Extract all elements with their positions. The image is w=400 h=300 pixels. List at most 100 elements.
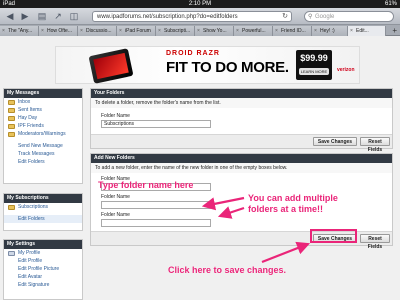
sidebar-item-moderators[interactable]: Moderators/Warnings xyxy=(4,130,82,138)
new-tab-button[interactable]: + xyxy=(392,25,397,36)
close-tab-icon[interactable]: × xyxy=(80,26,83,36)
folder-icon xyxy=(8,132,15,137)
search-placeholder: Google xyxy=(315,14,335,20)
browser-tab[interactable]: × The "Any... xyxy=(0,26,39,36)
your-folders-description: To delete a folder, remove the folder's … xyxy=(91,98,392,108)
multiple-folders-annotation-line2: folders at a time!! xyxy=(248,204,324,214)
browser-tab[interactable]: × iPad Forum xyxy=(117,26,156,36)
sidebar-item-ipf-friends[interactable]: IPF Friends xyxy=(4,122,82,130)
ad-brand: DROID RAZR xyxy=(166,50,220,57)
new-folder-input[interactable] xyxy=(101,219,211,227)
close-tab-icon[interactable]: × xyxy=(2,26,5,36)
share-icon[interactable]: ↗ xyxy=(52,11,64,22)
phone-image xyxy=(88,48,134,84)
browser-tab[interactable]: × Hey! :) xyxy=(312,26,348,36)
type-folder-name-annotation: Type folder name here xyxy=(98,180,194,190)
edit-message-folders-link[interactable]: Edit Folders xyxy=(4,158,82,166)
close-tab-icon[interactable]: × xyxy=(314,26,317,36)
learn-more-button[interactable]: LEARN MORE xyxy=(299,68,329,75)
my-settings-title: My Settings xyxy=(4,240,82,249)
url-text: www.ipadforums.net/subscription.php?do=e… xyxy=(97,14,238,20)
tab-label: Friend ID... xyxy=(281,28,306,34)
add-folders-description: To add a new folder, enter the name of t… xyxy=(91,163,392,173)
browser-tab[interactable]: × Powerful... xyxy=(234,26,273,36)
address-bar[interactable]: www.ipadforums.net/subscription.php?do=e… xyxy=(92,11,292,22)
ad-price-box: $99.99 LEARN MORE xyxy=(296,50,332,80)
search-field[interactable]: ⚲ Google xyxy=(304,11,394,22)
new-folder-input[interactable] xyxy=(101,201,211,209)
sidebar-item-inbox[interactable]: Inbox xyxy=(4,98,82,106)
existing-folder-input[interactable]: Subscriptions xyxy=(101,120,211,128)
close-tab-icon[interactable]: × xyxy=(236,26,239,36)
close-tab-icon[interactable]: × xyxy=(119,26,122,36)
tab-label: Show Yo... xyxy=(203,28,227,34)
browser-tab[interactable]: × Show Yo... xyxy=(195,26,234,36)
clock: 2:10 PM xyxy=(188,1,212,7)
my-settings-box: My Settings My Profile Edit Profile Edit… xyxy=(3,239,83,300)
edit-signature-link[interactable]: Edit Signature xyxy=(4,281,82,289)
my-subscriptions-title: My Subscriptions xyxy=(4,194,82,203)
folder-icon xyxy=(8,205,15,210)
ad-price: $99.99 xyxy=(300,53,328,63)
browser-tab[interactable]: × Discussio... xyxy=(78,26,117,36)
add-folders-title: Add New Folders xyxy=(91,154,392,163)
multiple-folders-annotation-line1: You can add multiple xyxy=(248,193,338,203)
close-tab-icon[interactable]: × xyxy=(41,26,44,36)
tabs-icon[interactable]: ◫ xyxy=(68,11,80,22)
screenshot-root: iPad 2:10 PM 61% ◀ ▶ ▤ ↗ ◫ www.ipadforum… xyxy=(0,0,400,300)
bookmarks-icon[interactable]: ▤ xyxy=(36,11,48,22)
search-icon: ⚲ xyxy=(308,14,313,20)
close-tab-icon[interactable]: × xyxy=(158,26,161,36)
save-changes-button[interactable]: Save Changes xyxy=(313,137,357,146)
browser-tab[interactable]: × Subscripti... xyxy=(156,26,195,36)
close-tab-icon[interactable]: × xyxy=(275,26,278,36)
tab-label: iPad Forum xyxy=(125,28,151,34)
track-messages-link[interactable]: Track Messages xyxy=(4,150,82,158)
battery-level: 61% xyxy=(384,1,397,7)
edit-avatar-link[interactable]: Edit Avatar xyxy=(4,273,82,281)
reset-fields-button[interactable]: Reset Fields xyxy=(360,137,390,153)
click-save-annotation: Click here to save changes. xyxy=(168,265,287,275)
tab-label: Edit... xyxy=(356,28,369,34)
my-messages-box: My Messages Inbox Sent Items Hay Day IPF… xyxy=(3,88,83,184)
tab-label: Hey! :) xyxy=(320,28,335,34)
sidebar-item-hay-day[interactable]: Hay Day xyxy=(4,114,82,122)
close-tab-icon[interactable]: × xyxy=(197,26,200,36)
ad-carrier-logo: verizon xyxy=(337,67,355,73)
tab-label: Subscripti... xyxy=(164,28,191,34)
ad-slogan: FIT TO DO MORE. xyxy=(166,59,289,76)
status-bar: iPad 2:10 PM 61% xyxy=(0,0,400,8)
tab-bar: × The "Any... × How Ofte... × Discussio... … xyxy=(0,25,400,36)
your-folders-button-bar: Save Changes Reset Fields xyxy=(91,134,392,153)
reset-fields-button[interactable]: Reset Fields xyxy=(360,234,390,250)
folder-name-label: Folder Name xyxy=(101,212,130,218)
forward-icon[interactable]: ▶ xyxy=(19,11,31,22)
tab-label: The "Any... xyxy=(8,28,33,34)
edit-profile-picture-link[interactable]: Edit Profile Picture xyxy=(4,265,82,273)
browser-tab-active[interactable]: × Edit... xyxy=(348,26,386,36)
your-folders-panel: Your Folders To delete a folder, remove … xyxy=(90,88,393,153)
browser-tab[interactable]: × How Ofte... xyxy=(39,26,78,36)
my-subscriptions-box: My Subscriptions Subscriptions Edit Fold… xyxy=(3,193,83,231)
edit-profile-link[interactable]: Edit Profile xyxy=(4,257,82,265)
ad-banner[interactable]: DROID RAZR FIT TO DO MORE. $99.99 LEARN … xyxy=(55,46,360,84)
edit-subscription-folders-link[interactable]: Edit Folders xyxy=(4,215,82,223)
close-tab-icon[interactable]: × xyxy=(350,26,353,36)
profile-icon xyxy=(8,251,15,256)
tab-label: Discussio... xyxy=(86,28,112,34)
browser-toolbar: ◀ ▶ ▤ ↗ ◫ www.ipadforums.net/subscriptio… xyxy=(0,8,400,25)
browser-tab[interactable]: × Friend ID... xyxy=(273,26,312,36)
send-new-message-link[interactable]: Send New Message xyxy=(4,142,82,150)
tab-label: How Ofte... xyxy=(47,28,73,34)
reload-icon[interactable]: ↻ xyxy=(282,12,288,21)
back-icon[interactable]: ◀ xyxy=(4,11,16,22)
folder-icon xyxy=(8,100,15,105)
page-content: DROID RAZR FIT TO DO MORE. $99.99 LEARN … xyxy=(0,36,400,300)
sidebar-item-sent[interactable]: Sent Items xyxy=(4,106,82,114)
sidebar-item-subscriptions[interactable]: Subscriptions xyxy=(4,203,82,211)
sidebar-item-my-profile[interactable]: My Profile xyxy=(4,249,82,257)
your-folders-title: Your Folders xyxy=(91,89,392,98)
my-messages-title: My Messages xyxy=(4,89,82,98)
folder-icon xyxy=(8,116,15,121)
folder-icon xyxy=(8,124,15,129)
